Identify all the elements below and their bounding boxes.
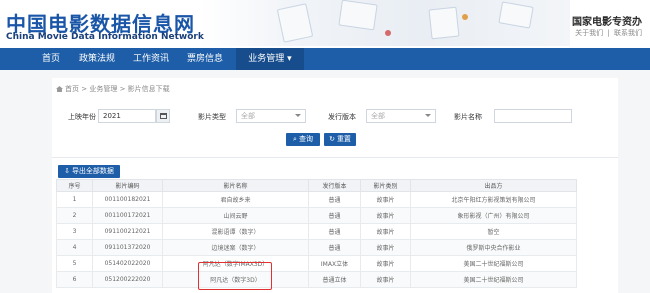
chevron-down-icon xyxy=(425,114,431,117)
version-select[interactable]: 全部 xyxy=(366,109,436,123)
breadcrumb-current: 影片信息下载 xyxy=(127,85,170,93)
table-cell: 象形影视（广州）有限公司 xyxy=(410,207,577,224)
table-cell: 故事片 xyxy=(360,191,411,208)
film-type-value: 全部 xyxy=(241,112,255,120)
table-cell: 普通 xyxy=(308,223,361,240)
table-cell: 001100182021 xyxy=(92,191,163,208)
search-button[interactable]: ⌕ 查询 xyxy=(286,133,320,146)
table-cell: 5 xyxy=(56,255,93,272)
film-type-select[interactable]: 全部 xyxy=(236,109,306,123)
column-header-name: 影片名称 xyxy=(162,179,309,192)
table-row[interactable]: 3 091100212021 混影语谭（数字） 普通 故事片 暂空 xyxy=(56,223,577,240)
table-cell: IMAX立体 xyxy=(308,255,361,272)
film-name-input[interactable] xyxy=(494,109,572,123)
top-links: 关于我们 | 联系我们 xyxy=(573,28,642,38)
search-button-label: 查询 xyxy=(298,135,313,143)
table-cell: 暂空 xyxy=(410,223,577,240)
chevron-down-icon xyxy=(295,114,301,117)
year-input[interactable]: 2021 xyxy=(98,109,156,123)
breadcrumb-separator: > xyxy=(119,85,126,93)
table-cell: 051200222020 xyxy=(92,271,163,288)
refresh-icon: ↻ xyxy=(329,135,335,143)
download-icon: ⇩ xyxy=(64,167,70,175)
film-name-label: 影片名称 xyxy=(454,113,482,121)
table-cell: 普通 xyxy=(308,191,361,208)
breadcrumb-business[interactable]: 业务管理 xyxy=(89,85,117,93)
contact-link[interactable]: 联系我们 xyxy=(614,29,642,37)
table-cell: 2 xyxy=(56,207,93,224)
film-type-label: 影片类型 xyxy=(198,113,226,121)
breadcrumb: 首页 > 业务管理 > 影片信息下载 xyxy=(56,84,170,94)
table-row[interactable]: 1 001100182021 君自故乡来 普通 故事片 北京午阳红方影视策划有限… xyxy=(56,191,577,208)
column-header-index: 序号 xyxy=(56,179,93,192)
table-cell: 故事片 xyxy=(360,223,411,240)
table-cell: 001100172021 xyxy=(92,207,163,224)
film-table: 序号 影片编码 影片名称 发行版本 影片类别 出品方 1 00110018202… xyxy=(56,179,577,288)
table-cell: 故事片 xyxy=(360,255,411,272)
column-header-category: 影片类别 xyxy=(360,179,411,192)
export-button-label: 导出全部数据 xyxy=(71,167,114,175)
nav-item-home[interactable]: 首页 xyxy=(34,48,68,70)
table-row[interactable]: 6 051200222020 阿凡达（数字3D） 普通立体 故事片 美国二十世纪… xyxy=(56,271,577,288)
nav-item-policy[interactable]: 政策法规 xyxy=(74,48,120,70)
column-header-code: 影片编码 xyxy=(92,179,163,192)
nav-item-news[interactable]: 工作资讯 xyxy=(128,48,174,70)
calendar-icon xyxy=(160,113,167,119)
breadcrumb-separator: > xyxy=(81,85,88,93)
table-cell: 091100212021 xyxy=(92,223,163,240)
table-cell: 普通 xyxy=(308,207,361,224)
table-cell: 故事片 xyxy=(360,207,411,224)
about-link[interactable]: 关于我们 xyxy=(575,29,603,37)
main-content: 首页 > 业务管理 > 影片信息下载 上映年份 2021 影片类型 全部 发行版… xyxy=(52,78,618,293)
site-logo-english: China Movie Data Information Network xyxy=(6,32,204,42)
table-row[interactable]: 2 001100172021 山间云野 普通 故事片 象形影视（广州）有限公司 xyxy=(56,207,577,224)
table-cell: 1 xyxy=(56,191,93,208)
table-row[interactable]: 4 091101372020 边境迷案（数字） 普通 故事片 俄罗斯中央合作影业 xyxy=(56,239,577,256)
table-cell: 俄罗斯中央合作影业 xyxy=(410,239,577,256)
table-cell: 普通立体 xyxy=(308,271,361,288)
table-cell: 6 xyxy=(56,271,93,288)
table-cell: 美国二十世纪福斯公司 xyxy=(410,271,577,288)
table-cell: 边境迷案（数字） xyxy=(162,239,309,256)
nav-item-box-office[interactable]: 票房信息 xyxy=(182,48,228,70)
column-header-version: 发行版本 xyxy=(308,179,361,192)
reset-button[interactable]: ↻ 重置 xyxy=(324,133,356,146)
home-icon xyxy=(56,86,63,92)
header-banner-decoration xyxy=(200,0,570,46)
table-row[interactable]: 5 051402022020 阿凡达（数字IMAX3D） IMAX立体 故事片 … xyxy=(56,255,577,272)
version-value: 全部 xyxy=(371,112,385,120)
table-header-row: 序号 影片编码 影片名称 发行版本 影片类别 出品方 xyxy=(56,179,577,192)
table-cell: 4 xyxy=(56,239,93,256)
annotation-highlight-box xyxy=(198,262,272,290)
version-label: 发行版本 xyxy=(328,113,356,121)
filter-divider xyxy=(52,157,618,158)
breadcrumb-home[interactable]: 首页 xyxy=(65,85,79,93)
reset-button-label: 重置 xyxy=(336,135,351,143)
nav-item-business[interactable]: 业务管理 ▾ xyxy=(236,48,304,70)
table-cell: 051402022020 xyxy=(92,255,163,272)
table-cell: 故事片 xyxy=(360,239,411,256)
org-name: 国家电影专资办 xyxy=(572,17,642,28)
export-all-button[interactable]: ⇩ 导出全部数据 xyxy=(58,165,120,178)
table-cell: 091101372020 xyxy=(92,239,163,256)
main-nav: 首页 政策法规 工作资讯 票房信息 业务管理 ▾ xyxy=(0,48,650,70)
table-cell: 3 xyxy=(56,223,93,240)
search-icon: ⌕ xyxy=(293,135,297,143)
table-cell: 山间云野 xyxy=(162,207,309,224)
table-cell: 北京午阳红方影视策划有限公司 xyxy=(410,191,577,208)
table-cell: 美国二十世纪福斯公司 xyxy=(410,255,577,272)
table-cell: 君自故乡来 xyxy=(162,191,309,208)
site-header: 中国电影数据信息网 China Movie Data Information N… xyxy=(0,0,650,46)
table-cell: 混影语谭（数字） xyxy=(162,223,309,240)
table-cell: 故事片 xyxy=(360,271,411,288)
year-label: 上映年份 xyxy=(68,113,96,121)
table-cell: 普通 xyxy=(308,239,361,256)
calendar-button[interactable] xyxy=(156,109,170,123)
top-links-separator: | xyxy=(607,29,610,37)
column-header-producer: 出品方 xyxy=(410,179,577,192)
